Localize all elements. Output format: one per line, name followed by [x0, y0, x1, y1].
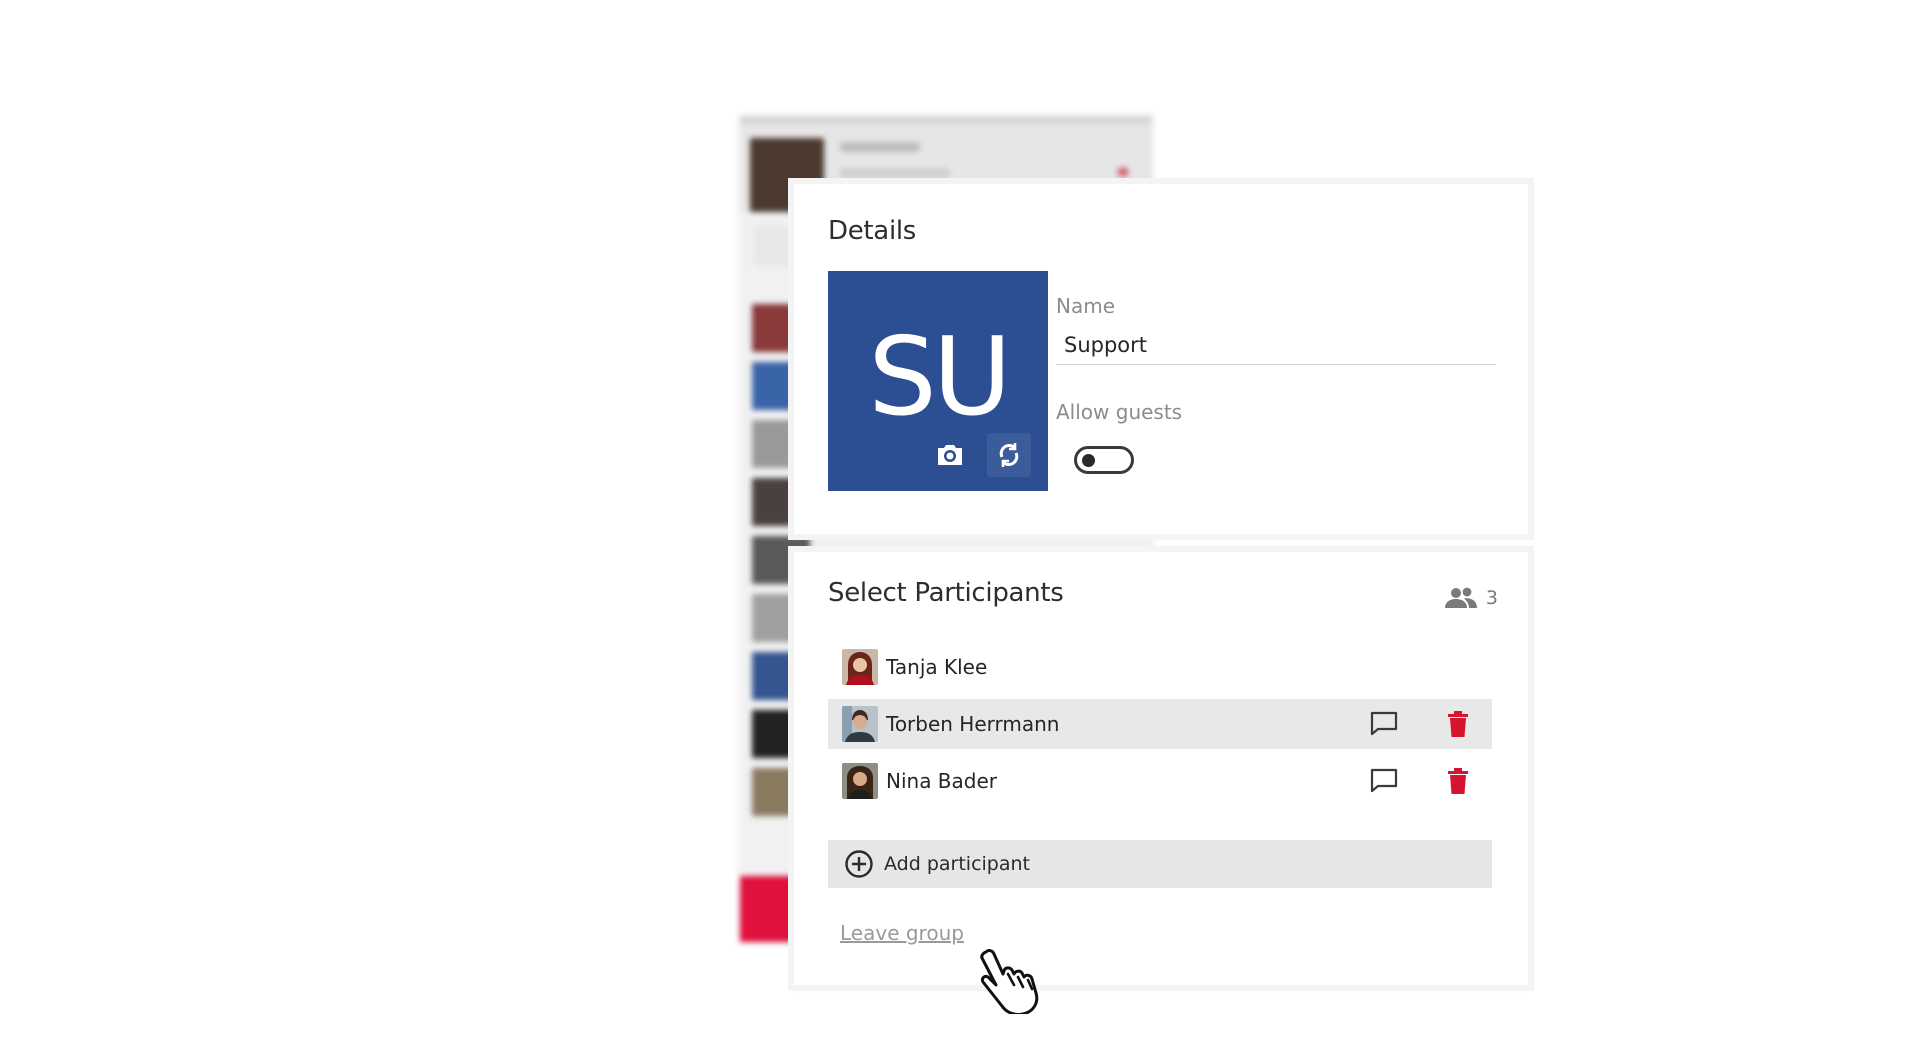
refresh-icon[interactable] — [987, 433, 1031, 477]
participant-count-value: 3 — [1485, 587, 1498, 609]
delete-icon[interactable] — [1444, 710, 1472, 738]
add-participant-label: Add participant — [884, 853, 1030, 875]
allow-guests-label: Allow guests — [1056, 400, 1183, 424]
background-user-name — [840, 142, 920, 152]
toggle-knob — [1082, 454, 1095, 467]
group-avatar: SU — [828, 271, 1048, 491]
name-label: Name — [1056, 294, 1116, 318]
participant-avatar — [842, 649, 878, 685]
background-caret-icon — [1118, 168, 1128, 176]
participant-name: Torben Herrmann — [886, 712, 1060, 736]
participants-panel: Select Participants 3 Tanja Klee Torben … — [794, 552, 1528, 985]
participants-title: Select Participants — [828, 578, 1064, 608]
background-user-status — [840, 168, 950, 178]
participant-row[interactable]: Nina Bader — [828, 756, 1492, 806]
allow-guests-toggle[interactable] — [1074, 446, 1134, 474]
group-initials: SU — [868, 314, 1012, 440]
participant-name: Tanja Klee — [886, 655, 988, 679]
hand-cursor-icon — [980, 949, 1039, 1014]
details-title: Details — [828, 216, 917, 246]
people-icon — [1444, 587, 1477, 608]
participant-avatar — [842, 706, 878, 742]
chat-icon[interactable] — [1370, 710, 1398, 738]
participant-avatar — [842, 763, 878, 799]
leave-group-link[interactable]: Leave group — [840, 921, 964, 945]
group-name-input[interactable] — [1056, 325, 1496, 365]
participant-count: 3 — [1444, 586, 1498, 610]
plus-circle-icon — [845, 850, 873, 878]
chat-icon[interactable] — [1370, 767, 1398, 795]
participant-name: Nina Bader — [886, 769, 998, 793]
participant-row[interactable]: Tanja Klee — [828, 642, 1492, 692]
details-panel: Details SU Name Allow guests — [794, 184, 1528, 534]
add-participant-button[interactable]: Add participant — [828, 840, 1492, 888]
participant-row[interactable]: Torben Herrmann — [828, 699, 1492, 749]
delete-icon[interactable] — [1444, 767, 1472, 795]
camera-icon[interactable] — [928, 433, 972, 477]
